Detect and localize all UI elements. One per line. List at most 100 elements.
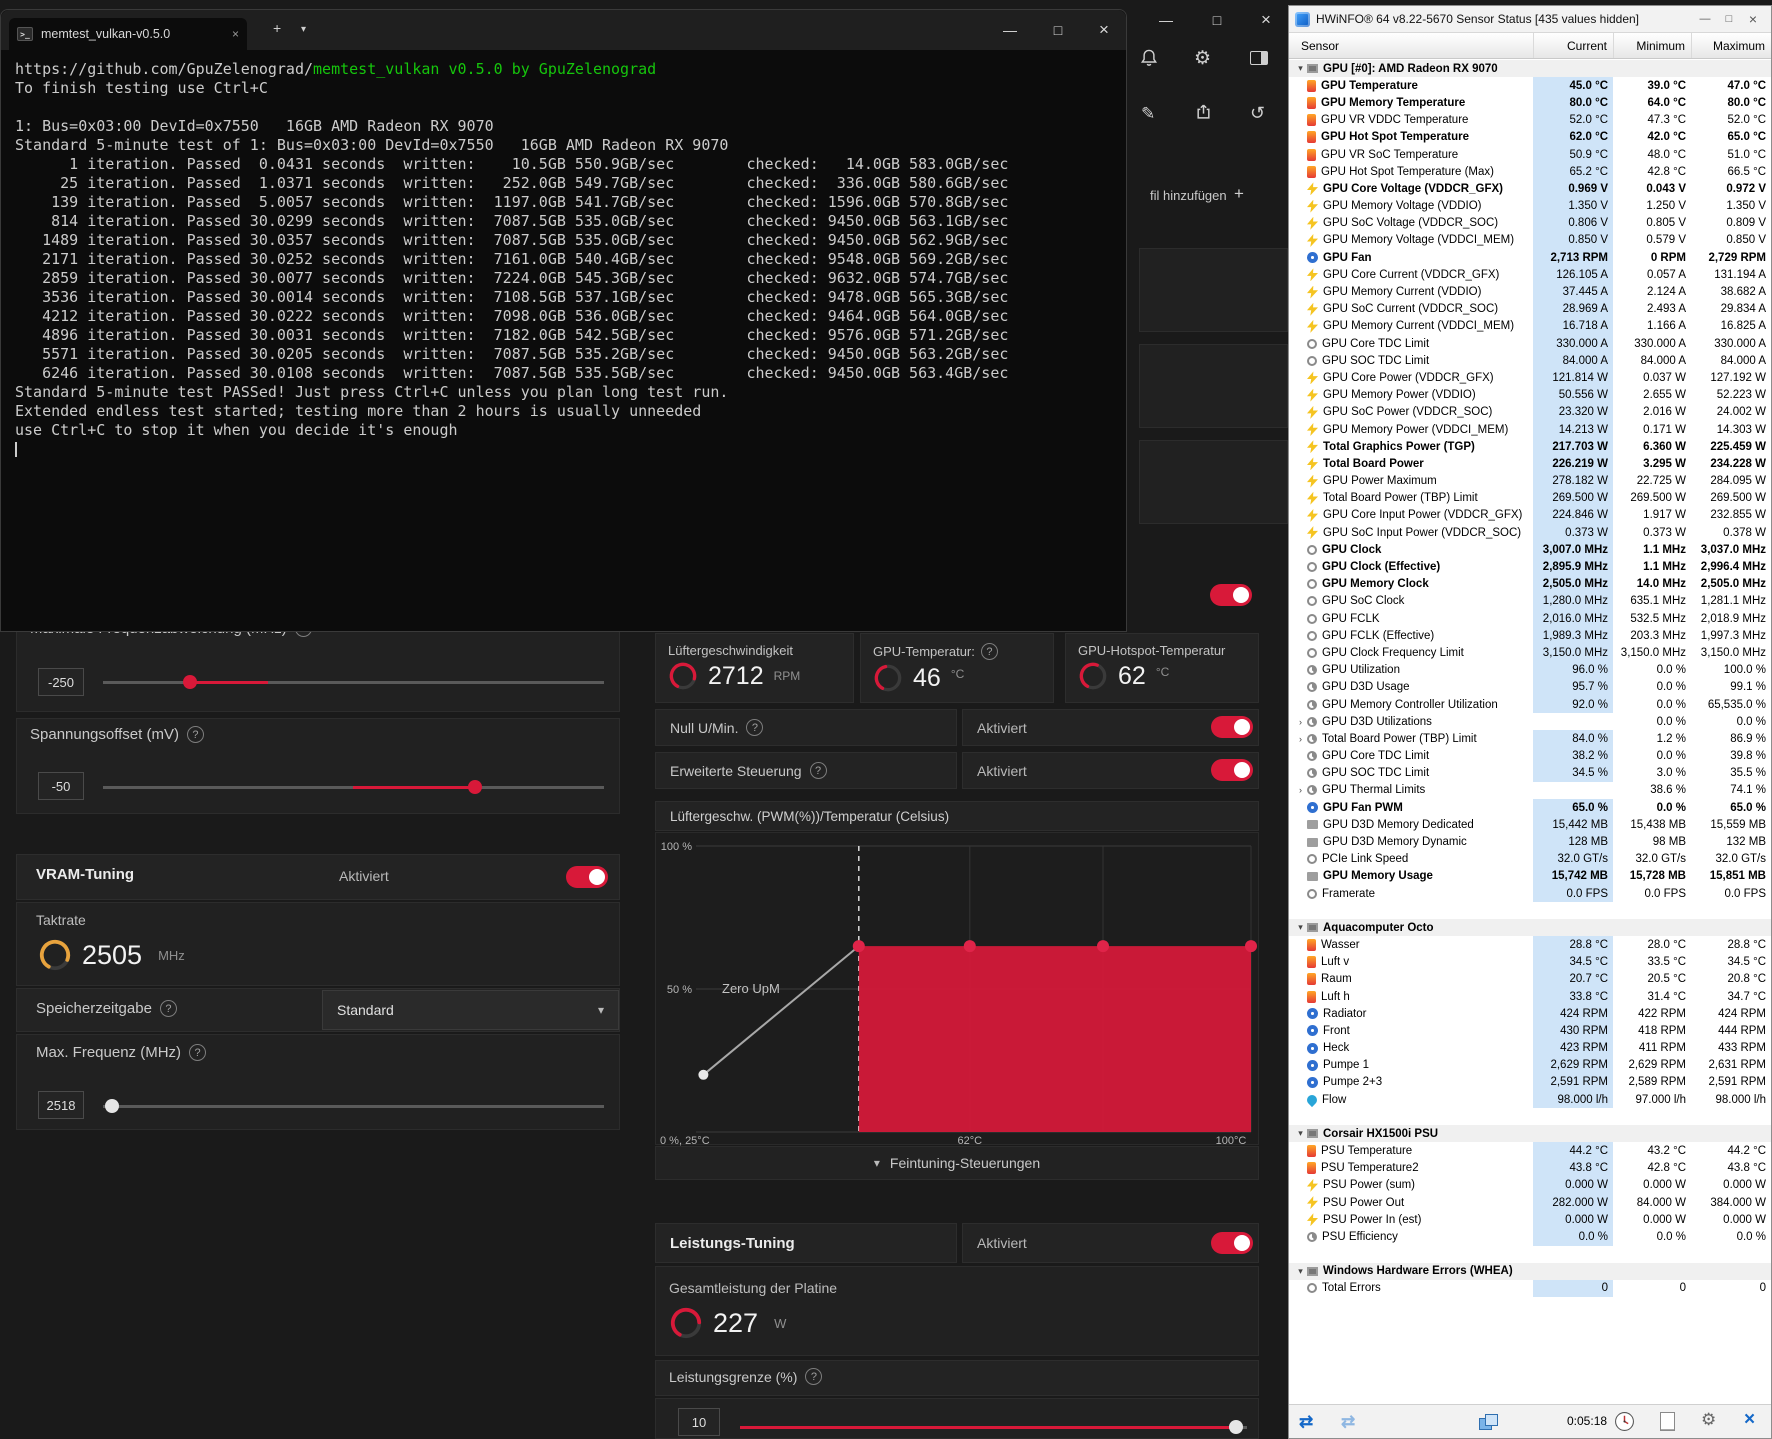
sensor-row[interactable]: Flow 98.000 l/h 97.000 l/h 98.000 l/h bbox=[1289, 1091, 1771, 1109]
windows-overlay-icon[interactable] bbox=[1479, 1414, 1498, 1430]
terminal-content[interactable]: https://github.com/GpuZelenograd/memtest… bbox=[1, 50, 1126, 459]
sensor-row[interactable]: PSU Power In (est) 0.000 W 0.000 W 0.000 W bbox=[1289, 1211, 1771, 1229]
sensor-row[interactable]: GPU Memory Voltage (VDDCI_MEM) 0.850 V 0.5… bbox=[1289, 231, 1771, 250]
close-sensors-icon[interactable]: × bbox=[1744, 1409, 1755, 1431]
sensor-row[interactable]: GPU Fan PWM 65.0 % 0.0 % 65.0 % bbox=[1289, 799, 1771, 817]
help-icon[interactable]: ? bbox=[805, 1368, 823, 1385]
sensor-row[interactable]: Luft h 33.8 °C 31.4 °C 34.7 °C bbox=[1289, 987, 1771, 1006]
notifications-bell-icon[interactable] bbox=[1139, 48, 1159, 68]
sensor-row[interactable]: GPU SoC Clock 1,280.0 MHz 635.1 MHz 1,281.1… bbox=[1289, 592, 1771, 610]
column-sensor[interactable]: Sensor bbox=[1289, 39, 1533, 53]
add-profile-label[interactable]: fil hinzufügen bbox=[1150, 188, 1227, 203]
column-current[interactable]: Current bbox=[1533, 33, 1613, 58]
sensor-row[interactable]: Total Graphics Power (TGP) 217.703 W 6.360… bbox=[1289, 438, 1771, 456]
sensor-row[interactable]: GPU Clock (Effective) 2,895.9 MHz 1.1 MHz 2… bbox=[1289, 558, 1771, 576]
fan-curve-point[interactable] bbox=[1097, 940, 1109, 953]
memory-timing-dropdown[interactable]: Standard ▾ bbox=[322, 990, 619, 1030]
power-tuning-toggle[interactable] bbox=[1211, 1232, 1253, 1254]
edit-pen-icon[interactable]: ✎ bbox=[1141, 104, 1155, 124]
help-icon[interactable]: ? bbox=[980, 643, 998, 660]
sensor-row[interactable]: GPU Memory Usage 15,742 MB 15,728 MB 15,851… bbox=[1289, 867, 1771, 885]
sensor-row[interactable]: GPU SOC TDC Limit 34.5 % 3.0 % 35.5 % bbox=[1289, 764, 1771, 782]
sensor-row[interactable]: GPU Memory Controller Utilization 92.0 % 0… bbox=[1289, 695, 1771, 714]
sensor-row[interactable]: Raum 20.7 °C 20.5 °C 20.8 °C bbox=[1289, 970, 1771, 988]
collapse-chevron-icon[interactable]: ▾ bbox=[1294, 922, 1307, 933]
new-tab-icon[interactable]: + bbox=[273, 20, 281, 36]
sensor-row[interactable]: GPU Temperature 45.0 °C 39.0 °C 47.0 °C bbox=[1289, 77, 1771, 95]
sensor-row[interactable]: PSU Temperature2 43.8 °C 42.8 °C 43.8 °C bbox=[1289, 1159, 1771, 1177]
sensor-row[interactable]: › Total Board Power (TBP) Limit 84.0 % 1.2 … bbox=[1289, 730, 1771, 748]
sensor-row[interactable]: Radiator 424 RPM 422 RPM 424 RPM bbox=[1289, 1005, 1771, 1023]
sensor-row[interactable]: › GPU D3D Utilizations 0.0 % 0.0 % bbox=[1289, 713, 1771, 730]
voltage-offset-value[interactable]: -50 bbox=[38, 772, 84, 800]
hwinfo-column-header[interactable]: Sensor Current Minimum Maximum bbox=[1289, 33, 1771, 59]
fan-curve-point[interactable] bbox=[963, 940, 976, 953]
tab-dropdown-icon[interactable]: ▾ bbox=[301, 24, 306, 35]
sensor-row[interactable]: GPU VR SoC Temperature 50.9 °C 48.0 °C 51.0… bbox=[1289, 145, 1771, 164]
sensor-row[interactable]: GPU Memory Current (VDDIO) 37.445 A 2.124 … bbox=[1289, 283, 1771, 301]
max-freq-slider-knob[interactable] bbox=[105, 1099, 119, 1113]
sensor-row[interactable]: GPU Memory Power (VDDCI_MEM) 14.213 W 0.17… bbox=[1289, 420, 1771, 439]
sensor-row[interactable]: GPU Clock 3,007.0 MHz 1.1 MHz 3,037.0 MHz bbox=[1289, 541, 1771, 559]
freq-deviation-slider[interactable] bbox=[103, 675, 604, 689]
terminal-titlebar[interactable]: >_ memtest_vulkan-v0.5.0 × + ▾ — □ × bbox=[1, 10, 1126, 50]
power-limit-value[interactable]: 10 bbox=[678, 1408, 720, 1436]
clock-icon[interactable] bbox=[1614, 1411, 1635, 1432]
max-freq-slider[interactable] bbox=[103, 1099, 604, 1113]
help-icon[interactable]: ? bbox=[189, 1044, 207, 1061]
terminal-minimize-button[interactable]: — bbox=[996, 18, 1024, 42]
sensor-row[interactable]: GPU Core TDC Limit 330.000 A 330.000 A 330.… bbox=[1289, 335, 1771, 353]
sensor-group-row[interactable]: ▾ Aquacomputer Octo bbox=[1289, 919, 1771, 937]
sensor-row[interactable]: GPU SoC Input Power (VDDCR_SOC) 0.373 W 0.… bbox=[1289, 524, 1771, 542]
sensor-row[interactable]: GPU Core TDC Limit 38.2 % 0.0 % 39.8 % bbox=[1289, 747, 1771, 765]
hwinfo-maximize-button[interactable]: □ bbox=[1717, 9, 1741, 29]
sensor-row[interactable]: GPU Core Voltage (VDDCR_GFX) 0.969 V 0.043… bbox=[1289, 180, 1771, 198]
sensor-row[interactable]: Pumpe 2+3 2,591 RPM 2,589 RPM 2,591 RPM bbox=[1289, 1073, 1771, 1092]
terminal-maximize-button[interactable]: □ bbox=[1044, 18, 1072, 42]
voltage-offset-slider[interactable] bbox=[103, 780, 604, 794]
sensor-row[interactable]: GPU D3D Memory Dedicated 15,442 MB 15,438 … bbox=[1289, 816, 1771, 834]
sensor-group-row[interactable]: ▾ Windows Hardware Errors (WHEA) bbox=[1289, 1262, 1771, 1280]
sensor-row[interactable]: GPU SoC Voltage (VDDCR_SOC) 0.806 V 0.805 … bbox=[1289, 214, 1771, 232]
sensor-row[interactable]: Pumpe 1 2,629 RPM 2,629 RPM 2,631 RPM bbox=[1289, 1056, 1771, 1074]
fine-tuning-expander[interactable]: ▾ Feintuning-Steuerungen bbox=[655, 1146, 1259, 1180]
sensor-row[interactable]: Framerate 0.0 FPS 0.0 FPS 0.0 FPS bbox=[1289, 885, 1771, 903]
sensor-row[interactable]: GPU Core Input Power (VDDCR_GFX) 224.846 … bbox=[1289, 506, 1771, 525]
sensor-row[interactable]: Front 430 RPM 418 RPM 444 RPM bbox=[1289, 1022, 1771, 1040]
voltage-offset-slider-knob[interactable] bbox=[468, 780, 482, 794]
hwinfo-minimize-button[interactable]: — bbox=[1693, 9, 1717, 29]
sensor-row[interactable]: Total Errors 0 0 0 bbox=[1289, 1279, 1771, 1297]
amd-close-button[interactable]: × bbox=[1252, 8, 1280, 32]
sensor-row[interactable]: GPU D3D Memory Dynamic 128 MB 98 MB 132 MB bbox=[1289, 833, 1771, 851]
column-maximum[interactable]: Maximum bbox=[1691, 33, 1771, 58]
sensor-row[interactable]: GPU SoC Power (VDDCR_SOC) 23.320 W 2.016 W… bbox=[1289, 403, 1771, 421]
sensor-row[interactable]: GPU Memory Temperature 80.0 °C 64.0 °C 80.0… bbox=[1289, 94, 1771, 112]
sensor-row[interactable]: Total Board Power 226.219 W 3.295 W 234.228… bbox=[1289, 455, 1771, 473]
sensor-row[interactable]: GPU Power Maximum 278.182 W 22.725 W 284.09… bbox=[1289, 472, 1771, 490]
max-freq-value[interactable]: 2518 bbox=[38, 1091, 84, 1119]
sensor-row[interactable]: PCIe Link Speed 32.0 GT/s 32.0 GT/s 32.0 GT… bbox=[1289, 850, 1771, 868]
sensor-row[interactable]: GPU SOC TDC Limit 84.000 A 84.000 A 84.000 … bbox=[1289, 352, 1771, 370]
add-profile-plus-icon[interactable]: + bbox=[1234, 184, 1244, 204]
tab-close-icon[interactable]: × bbox=[232, 27, 239, 41]
vram-tuning-toggle[interactable] bbox=[566, 866, 608, 888]
sensor-row[interactable]: Total Board Power (TBP) Limit 269.500 W 26… bbox=[1289, 489, 1771, 507]
sensor-group-row[interactable]: ▾ Corsair HX1500i PSU bbox=[1289, 1125, 1771, 1143]
sensor-row[interactable]: GPU VR VDDC Temperature 52.0 °C 47.3 °C 52.… bbox=[1289, 111, 1771, 129]
sensor-row[interactable]: PSU Temperature 44.2 °C 43.2 °C 44.2 °C bbox=[1289, 1142, 1771, 1160]
sensor-row[interactable]: GPU D3D Usage 95.7 % 0.0 % 99.1 % bbox=[1289, 678, 1771, 696]
hwinfo-close-button[interactable]: × bbox=[1741, 9, 1765, 29]
help-icon[interactable]: ? bbox=[186, 726, 204, 743]
settings-gear-icon[interactable]: ⚙ bbox=[1194, 47, 1211, 70]
collapse-chevron-icon[interactable]: ▾ bbox=[1294, 63, 1307, 74]
sensor-row[interactable]: GPU Memory Voltage (VDDIO) 1.350 V 1.250 V… bbox=[1289, 197, 1771, 215]
section-toggle[interactable] bbox=[1210, 584, 1252, 606]
hwinfo-sensor-table[interactable]: ▾ GPU [#0]: AMD Radeon RX 9070 GPU Tempera… bbox=[1289, 60, 1771, 1404]
help-icon[interactable]: ? bbox=[159, 1000, 177, 1017]
sensor-row[interactable]: GPU Core Current (VDDCR_GFX) 126.105 A 0.0… bbox=[1289, 266, 1771, 284]
sensor-row[interactable]: GPU Memory Clock 2,505.0 MHz 14.0 MHz 2,505… bbox=[1289, 575, 1771, 593]
sensor-row[interactable]: GPU SoC Current (VDDCR_SOC) 28.969 A 2.493… bbox=[1289, 300, 1771, 318]
sensor-row[interactable]: GPU Utilization 96.0 % 0.0 % 100.0 % bbox=[1289, 661, 1771, 679]
sensor-row[interactable]: Luft v 34.5 °C 33.5 °C 34.5 °C bbox=[1289, 953, 1771, 971]
sensor-row[interactable]: GPU Memory Current (VDDCI_MEM) 16.718 A 1.… bbox=[1289, 317, 1771, 335]
